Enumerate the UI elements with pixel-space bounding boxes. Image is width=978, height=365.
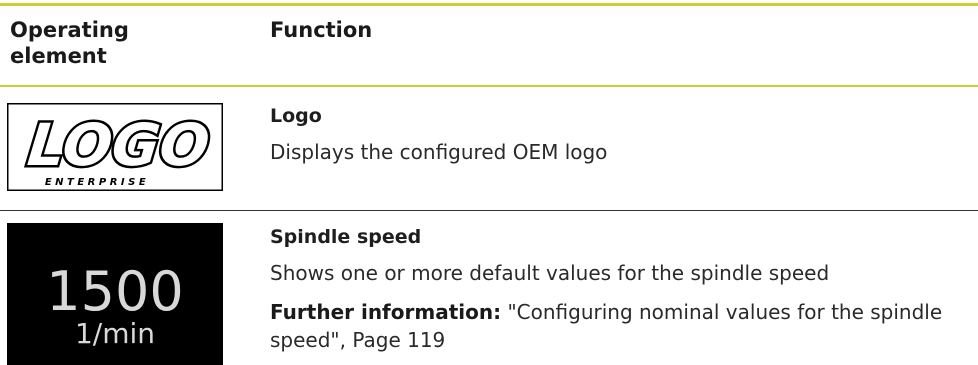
logo-sublettering: ENTERPRISE — [45, 177, 149, 188]
further-information-label: Further information: — [270, 300, 502, 324]
table-top-rule — [0, 3, 978, 6]
header-function: Function — [270, 18, 373, 42]
spindle-speed-tile: 1500 1/min — [7, 223, 223, 365]
operating-elements-table: Operating element Function LOGO ENTERPRI… — [0, 0, 978, 365]
spindle-speed-value: 1500 — [46, 260, 184, 323]
logo-title: Logo — [270, 105, 322, 127]
row-divider — [0, 210, 978, 211]
header-operating-element: Operating element — [10, 18, 129, 68]
logo-lettering: LOGO — [24, 111, 212, 179]
spindle-speed-description: Shows one or more default values for the… — [270, 261, 830, 285]
spindle-speed-title: Spindle speed — [270, 226, 422, 248]
logo-description: Displays the configured OEM logo — [270, 140, 608, 164]
spindle-speed-unit: 1/min — [74, 317, 156, 350]
header-divider — [0, 85, 978, 87]
oem-logo-image: LOGO ENTERPRISE — [7, 103, 223, 191]
further-information: Further information: "Configuring nomina… — [270, 298, 970, 354]
